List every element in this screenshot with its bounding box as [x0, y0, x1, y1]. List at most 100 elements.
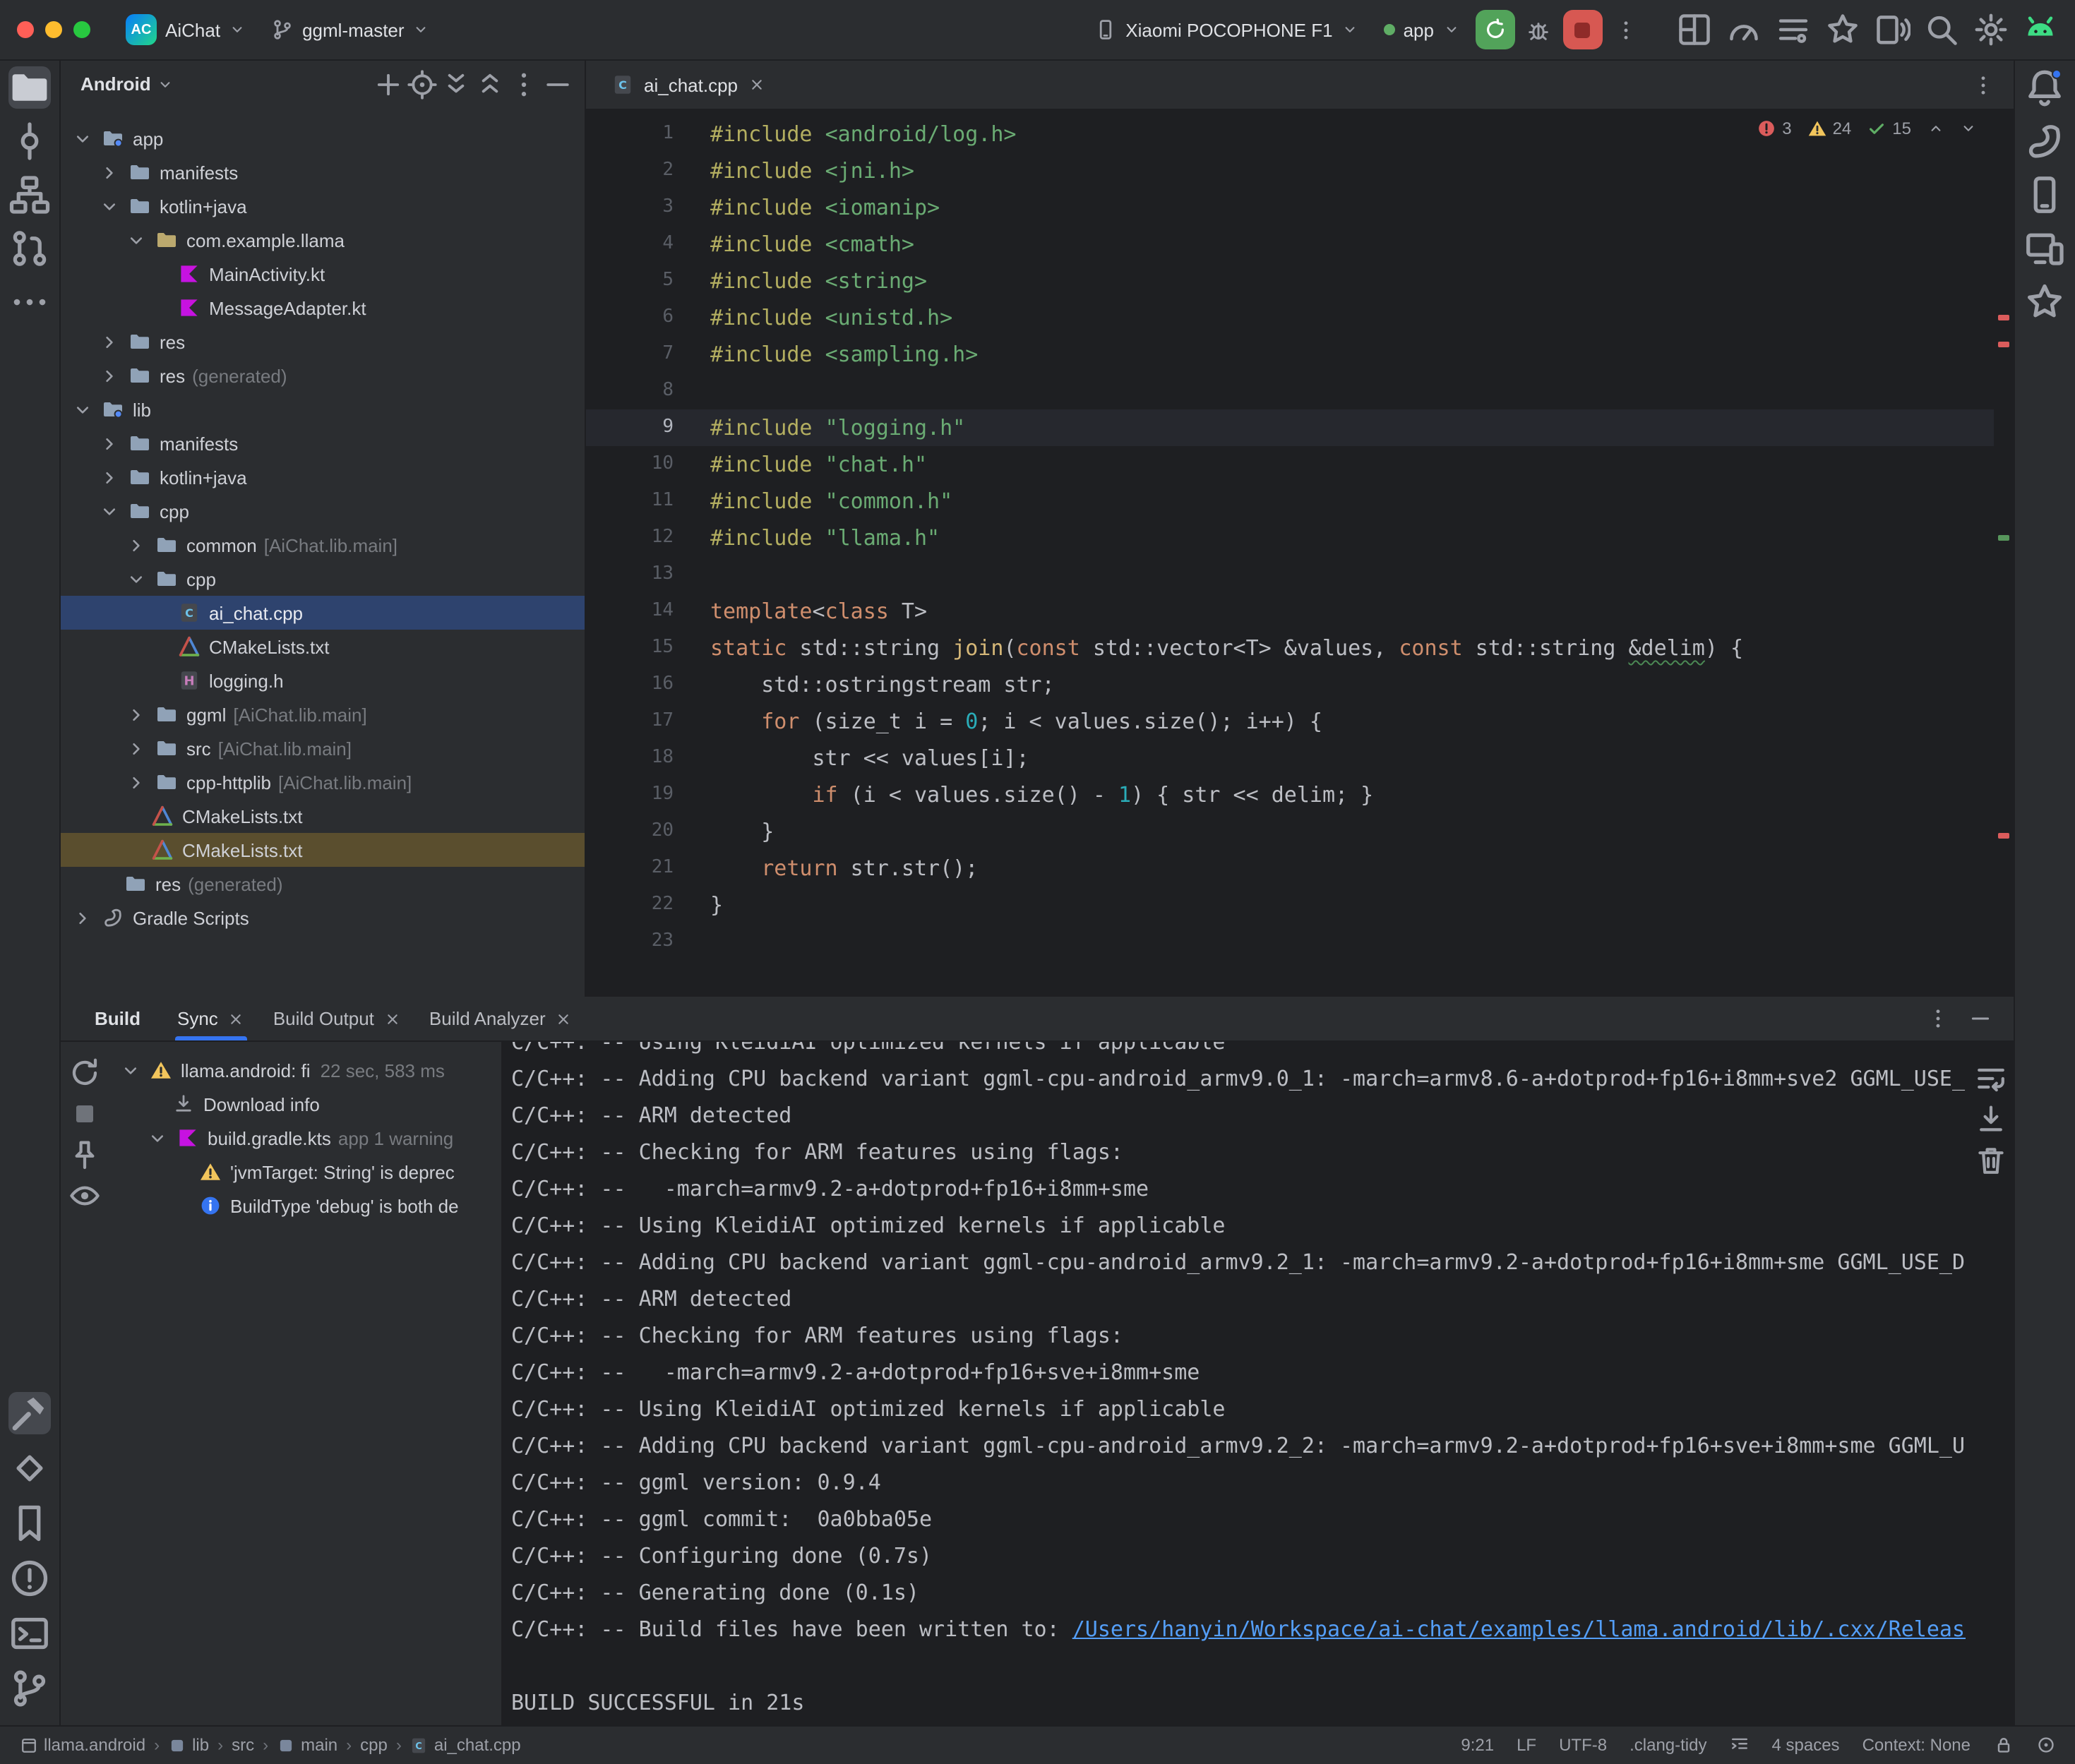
stop-gray-button[interactable]	[68, 1097, 102, 1131]
build-tab-build-output[interactable]: Build Output	[259, 997, 415, 1040]
line-number[interactable]: 20	[586, 813, 699, 850]
status-4-spaces[interactable]: 4 spaces	[1772, 1735, 1840, 1755]
line-number[interactable]: 18	[586, 740, 699, 776]
close-tab-icon[interactable]	[748, 76, 765, 93]
pull-requests-button[interactable]	[8, 227, 51, 270]
problems-button[interactable]	[8, 1556, 51, 1599]
debug-button[interactable]	[1520, 11, 1557, 48]
line-number[interactable]: 22	[586, 887, 699, 923]
notifications-button[interactable]	[2023, 66, 2066, 109]
more-v-button[interactable]	[508, 68, 539, 100]
chev-r-icon[interactable]	[99, 433, 120, 454]
chev-r-icon[interactable]	[72, 907, 93, 928]
editor-tab[interactable]: C ai_chat.cpp	[597, 61, 779, 109]
line-number[interactable]: 14	[586, 593, 699, 630]
project-tree-item[interactable]: manifests	[61, 155, 585, 189]
chev-r-icon[interactable]	[126, 704, 147, 725]
project-tree-item[interactable]: lib	[61, 392, 585, 426]
previous-problem-icon[interactable]	[1927, 120, 1944, 137]
terminal-button[interactable]	[8, 1612, 51, 1654]
line-number[interactable]: 11	[586, 483, 699, 520]
project-button[interactable]	[8, 66, 51, 109]
build-tree-item[interactable]: BuildType 'debug' is both de	[109, 1189, 501, 1223]
breadcrumb-item[interactable]: main	[277, 1735, 337, 1755]
project-tree-item[interactable]: res(generated)	[61, 359, 585, 392]
project-tree-item[interactable]: cpp-httplib[AiChat.lib.main]	[61, 765, 585, 799]
line-number[interactable]: 7	[586, 336, 699, 373]
dependencies-button[interactable]	[8, 1446, 51, 1489]
code-line[interactable]: str << values[i];	[699, 740, 1993, 776]
project-tree-item[interactable]: res	[61, 325, 585, 359]
code-line[interactable]: #include "llama.h"	[699, 520, 1993, 556]
next-problem-icon[interactable]	[1959, 120, 1976, 137]
collapse-all-button[interactable]	[474, 68, 506, 100]
code-line[interactable]: return str.str();	[699, 850, 1993, 887]
build-tab-build-analyzer[interactable]: Build Analyzer	[415, 997, 587, 1040]
code-line[interactable]: for (size_t i = 0; i < values.size(); i+…	[699, 703, 1993, 740]
close-window-button[interactable]	[17, 21, 34, 38]
insights-button[interactable]	[2023, 281, 2066, 323]
inspection-mark[interactable]	[1997, 833, 2009, 838]
chev-d-icon[interactable]	[99, 196, 120, 217]
console-link[interactable]: /Users/hanyin/Workspace/ai-chat/examples…	[1072, 1616, 1965, 1642]
line-number[interactable]: 9	[586, 409, 699, 446]
line-number[interactable]: 21	[586, 850, 699, 887]
more-h-button[interactable]	[8, 281, 51, 323]
status--clang-tidy[interactable]: .clang-tidy	[1629, 1735, 1706, 1755]
editor-options-button[interactable]	[1965, 66, 2002, 103]
project-tree-item[interactable]: common[AiChat.lib.main]	[61, 528, 585, 562]
project-tree-item[interactable]: kotlin+java	[61, 189, 585, 223]
chev-d-icon[interactable]	[147, 1127, 168, 1148]
chev-r-icon[interactable]	[99, 162, 120, 183]
project-tree-item[interactable]: ggml[AiChat.lib.main]	[61, 697, 585, 731]
breadcrumb-item[interactable]: lib	[168, 1735, 209, 1755]
close-icon[interactable]	[384, 1010, 401, 1027]
version-control-button[interactable]	[8, 1667, 51, 1709]
code-line[interactable]: #include "chat.h"	[699, 446, 1993, 483]
plus-button[interactable]	[373, 68, 404, 100]
inspections-status[interactable]	[2035, 1735, 2055, 1755]
line-number[interactable]: 4	[586, 226, 699, 263]
line-number[interactable]: 15	[586, 630, 699, 666]
scroll-end-button[interactable]	[1973, 1103, 2007, 1136]
build-tree-item[interactable]: build.gradle.ktsapp 1 warning	[109, 1121, 501, 1155]
close-icon[interactable]	[556, 1010, 573, 1027]
bookmarks-button[interactable]	[8, 1501, 51, 1544]
breadcrumb-item[interactable]: src	[232, 1735, 254, 1755]
line-number[interactable]: 17	[586, 703, 699, 740]
line-number[interactable]: 16	[586, 666, 699, 703]
code-line[interactable]: #include <jni.h>	[699, 152, 1993, 189]
close-icon[interactable]	[228, 1010, 245, 1027]
insights-button[interactable]	[1824, 11, 1860, 48]
project-tree-item[interactable]: CMakeLists.txt	[61, 833, 585, 867]
status-context-none[interactable]: Context: None	[1862, 1735, 1971, 1755]
code-line[interactable]: #include <iomanip>	[699, 189, 1993, 226]
line-number[interactable]: 23	[586, 923, 699, 960]
android-profile-button[interactable]	[2021, 11, 2058, 48]
project-tree-item[interactable]: app	[61, 121, 585, 155]
code-line[interactable]: #include <unistd.h>	[699, 299, 1993, 336]
device-manager-button[interactable]	[2023, 174, 2066, 216]
line-number[interactable]: 13	[586, 556, 699, 593]
lock-status[interactable]	[1993, 1735, 2013, 1755]
code-line[interactable]: #include "common.h"	[699, 483, 1993, 520]
line-number[interactable]: 10	[586, 446, 699, 483]
code-line[interactable]	[699, 556, 1993, 593]
project-tree-item[interactable]: MessageAdapter.kt	[61, 291, 585, 325]
code-line[interactable]: #include "logging.h"	[699, 409, 1993, 446]
chev-d-icon[interactable]	[99, 500, 120, 522]
passed-count[interactable]: 15	[1867, 119, 1911, 138]
chev-r-icon[interactable]	[99, 365, 120, 386]
project-tree-item[interactable]: MainActivity.kt	[61, 257, 585, 291]
zoom-window-button[interactable]	[73, 21, 90, 38]
indent-status[interactable]	[1730, 1735, 1750, 1755]
project-tree-item[interactable]: CMakeLists.txt	[61, 630, 585, 664]
clear-button[interactable]	[1973, 1144, 2007, 1177]
chevron-down-icon[interactable]	[157, 76, 174, 92]
project-tree-item[interactable]: com.example.llama	[61, 223, 585, 257]
project-tree-item[interactable]: src[AiChat.lib.main]	[61, 731, 585, 765]
code-line[interactable]: }	[699, 813, 1993, 850]
chev-r-icon[interactable]	[126, 738, 147, 759]
line-number[interactable]: 12	[586, 520, 699, 556]
settings-button[interactable]	[1972, 11, 2009, 48]
